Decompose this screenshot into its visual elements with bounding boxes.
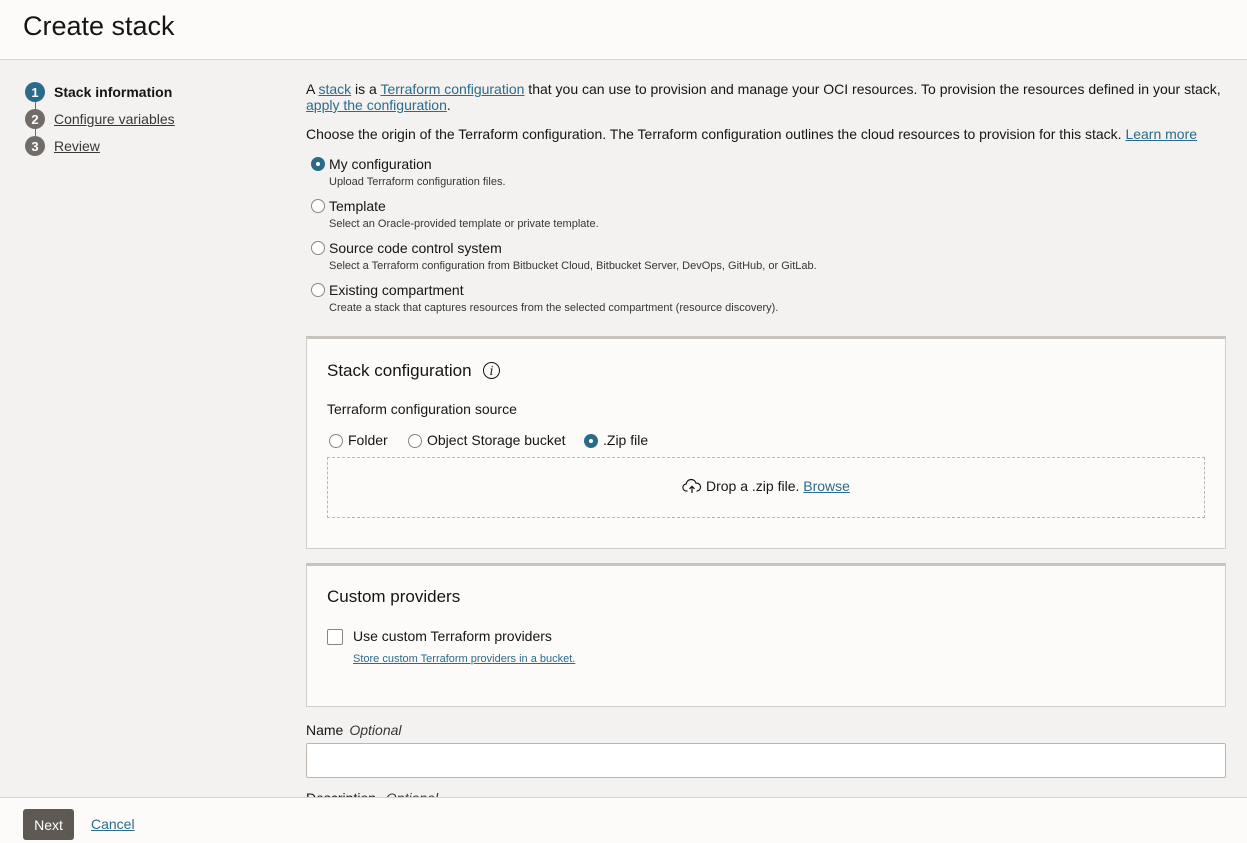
radio-source-code-control[interactable] (311, 241, 325, 255)
step-stack-information[interactable]: 1 Stack information (25, 82, 172, 102)
cancel-link[interactable]: Cancel (91, 816, 135, 832)
name-label-text: Name (306, 722, 344, 738)
radio-zip-file[interactable] (584, 434, 598, 448)
option-description: Select an Oracle-provided template or pr… (329, 218, 599, 230)
radio-existing-compartment[interactable] (311, 283, 325, 297)
option-label: My configuration (329, 156, 432, 172)
store-providers-link[interactable]: Store custom Terraform providers in a bu… (353, 653, 575, 665)
custom-providers-panel: Custom providers Use custom Terraform pr… (306, 563, 1226, 707)
optional-indicator: Optional (349, 722, 402, 738)
intro-text: . (446, 97, 451, 113)
dropzone-content: Drop a .zip file. Browse (682, 478, 850, 494)
zip-dropzone[interactable]: Drop a .zip file. Browse (327, 457, 1205, 518)
intro-text: that you can use to provision and manage… (524, 81, 1221, 97)
panel-title: Custom providers (327, 587, 461, 606)
option-label: Existing compartment (329, 282, 464, 298)
checkbox-label: Use custom Terraform providers (353, 628, 552, 644)
intro-text: A (306, 81, 319, 97)
page-title: Create stack (23, 11, 175, 41)
option-label: Source code control system (329, 240, 502, 256)
option-label: .Zip file (603, 432, 649, 448)
origin-text: Choose the origin of the Terraform confi… (306, 126, 1126, 142)
terraform-configuration-link[interactable]: Terraform configuration (380, 81, 524, 97)
browse-link[interactable]: Browse (803, 478, 850, 494)
radio-template[interactable] (311, 199, 325, 213)
step-label: Stack information (54, 84, 173, 100)
info-icon[interactable]: i (483, 362, 500, 379)
option-description: Upload Terraform configuration files. (329, 176, 506, 188)
intro-text: is a (351, 81, 381, 97)
stack-link[interactable]: stack (318, 81, 351, 97)
step-number: 1 (25, 82, 45, 102)
step-configure-variables[interactable]: 2 Configure variables (25, 109, 175, 129)
step-label[interactable]: Review (54, 138, 100, 154)
step-number: 2 (25, 109, 45, 129)
step-review[interactable]: 3 Review (25, 136, 100, 156)
learn-more-link[interactable]: Learn more (1125, 126, 1197, 142)
drop-text: Drop a .zip file. (706, 478, 800, 494)
apply-configuration-link[interactable]: apply the configuration (306, 97, 447, 113)
step-number: 3 (25, 136, 45, 156)
radio-folder[interactable] (329, 434, 343, 448)
name-field-label: Name Optional (306, 722, 402, 738)
name-input[interactable] (306, 743, 1226, 778)
page-header: Create stack (0, 0, 1247, 60)
intro-paragraph: A stack is a Terraform configuration tha… (306, 81, 1231, 113)
radio-my-configuration[interactable] (311, 157, 325, 171)
footer-bar: Next Cancel (0, 797, 1247, 843)
step-label[interactable]: Configure variables (54, 111, 175, 127)
next-button[interactable]: Next (23, 809, 74, 840)
radio-object-storage[interactable] (408, 434, 422, 448)
option-label: Folder (348, 432, 388, 448)
cloud-upload-icon (682, 478, 702, 493)
option-description: Select a Terraform configuration from Bi… (329, 260, 817, 272)
custom-providers-checkbox[interactable] (327, 629, 343, 645)
option-label: Object Storage bucket (427, 432, 566, 448)
stack-configuration-panel: Stack configuration i Terraform configur… (306, 336, 1226, 549)
origin-paragraph: Choose the origin of the Terraform confi… (306, 126, 1236, 142)
option-label: Template (329, 198, 386, 214)
config-source-label: Terraform configuration source (327, 401, 517, 417)
panel-title: Stack configuration (327, 361, 472, 380)
option-description: Create a stack that captures resources f… (329, 302, 779, 314)
